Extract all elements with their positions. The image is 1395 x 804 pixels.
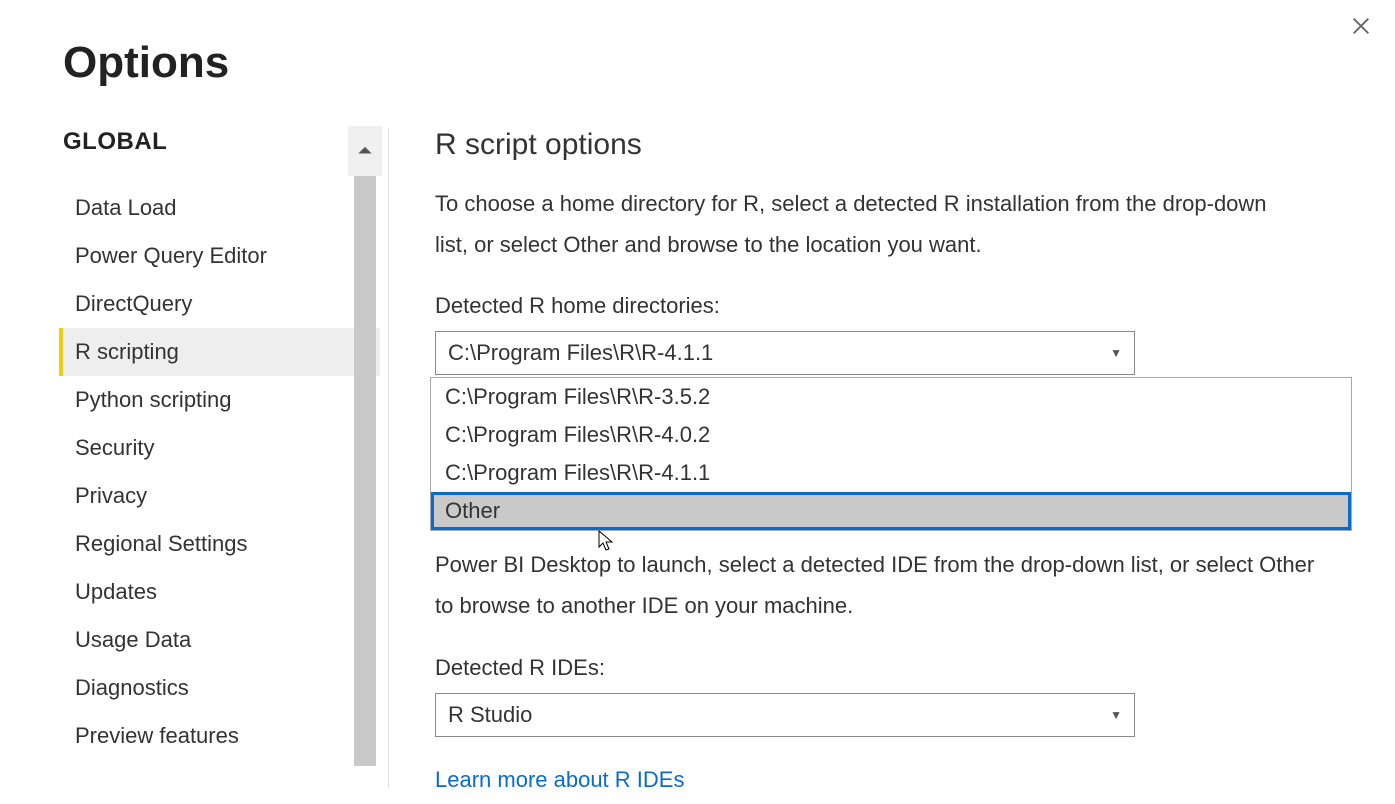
ide-label: Detected R IDEs:: [435, 655, 1340, 681]
section-title: R script options: [435, 128, 1340, 162]
sidebar-section-header: GLOBAL: [63, 128, 380, 156]
sidebar-item-preview-features[interactable]: Preview features: [63, 712, 380, 760]
home-directory-selected: C:\Program Files\R\R-4.1.1: [448, 340, 713, 366]
home-option[interactable]: C:\Program Files\R\R-3.5.2: [431, 378, 1351, 416]
main-panel: R script options To choose a home direct…: [380, 128, 1340, 793]
home-directory-dropdown[interactable]: C:\Program Files\R\R-4.1.1 ▼: [435, 331, 1135, 375]
sidebar-scrollbar[interactable]: [348, 126, 382, 766]
page-title: Options: [0, 0, 1395, 88]
learn-more-link[interactable]: Learn more about R IDEs: [435, 767, 684, 793]
sidebar-item-updates[interactable]: Updates: [63, 568, 380, 616]
sidebar-item-diagnostics[interactable]: Diagnostics: [63, 664, 380, 712]
close-button[interactable]: [1347, 12, 1375, 40]
chevron-up-icon: [355, 141, 375, 161]
sidebar-item-usage-data[interactable]: Usage Data: [63, 616, 380, 664]
sidebar-item-regional-settings[interactable]: Regional Settings: [63, 520, 380, 568]
sidebar-item-power-query-editor[interactable]: Power Query Editor: [63, 232, 380, 280]
sidebar-item-python-scripting[interactable]: Python scripting: [63, 376, 380, 424]
caret-down-icon: ▼: [1110, 708, 1122, 722]
close-icon: [1350, 15, 1372, 37]
sidebar: GLOBAL Data LoadPower Query EditorDirect…: [0, 128, 380, 793]
caret-down-icon: ▼: [1110, 346, 1122, 360]
ide-dropdown[interactable]: R Studio ▼: [435, 693, 1135, 737]
sidebar-item-privacy[interactable]: Privacy: [63, 472, 380, 520]
sidebar-item-directquery[interactable]: DirectQuery: [63, 280, 380, 328]
ide-selected: R Studio: [448, 702, 532, 728]
home-option[interactable]: Other: [431, 492, 1351, 530]
sidebar-item-security[interactable]: Security: [63, 424, 380, 472]
home-option[interactable]: C:\Program Files\R\R-4.0.2: [431, 416, 1351, 454]
home-directories-label: Detected R home directories:: [435, 293, 1340, 319]
ide-description-partial: Power BI Desktop to launch, select a det…: [435, 545, 1315, 626]
sidebar-item-r-scripting[interactable]: R scripting: [63, 328, 380, 376]
home-directory-dropdown-list: C:\Program Files\R\R-3.5.2C:\Program Fil…: [430, 377, 1352, 531]
sidebar-item-data-load[interactable]: Data Load: [63, 184, 380, 232]
scroll-up-button[interactable]: [348, 126, 382, 176]
scroll-thumb[interactable]: [354, 176, 376, 766]
section-description: To choose a home directory for R, select…: [435, 184, 1285, 265]
home-option[interactable]: C:\Program Files\R\R-4.1.1: [431, 454, 1351, 492]
